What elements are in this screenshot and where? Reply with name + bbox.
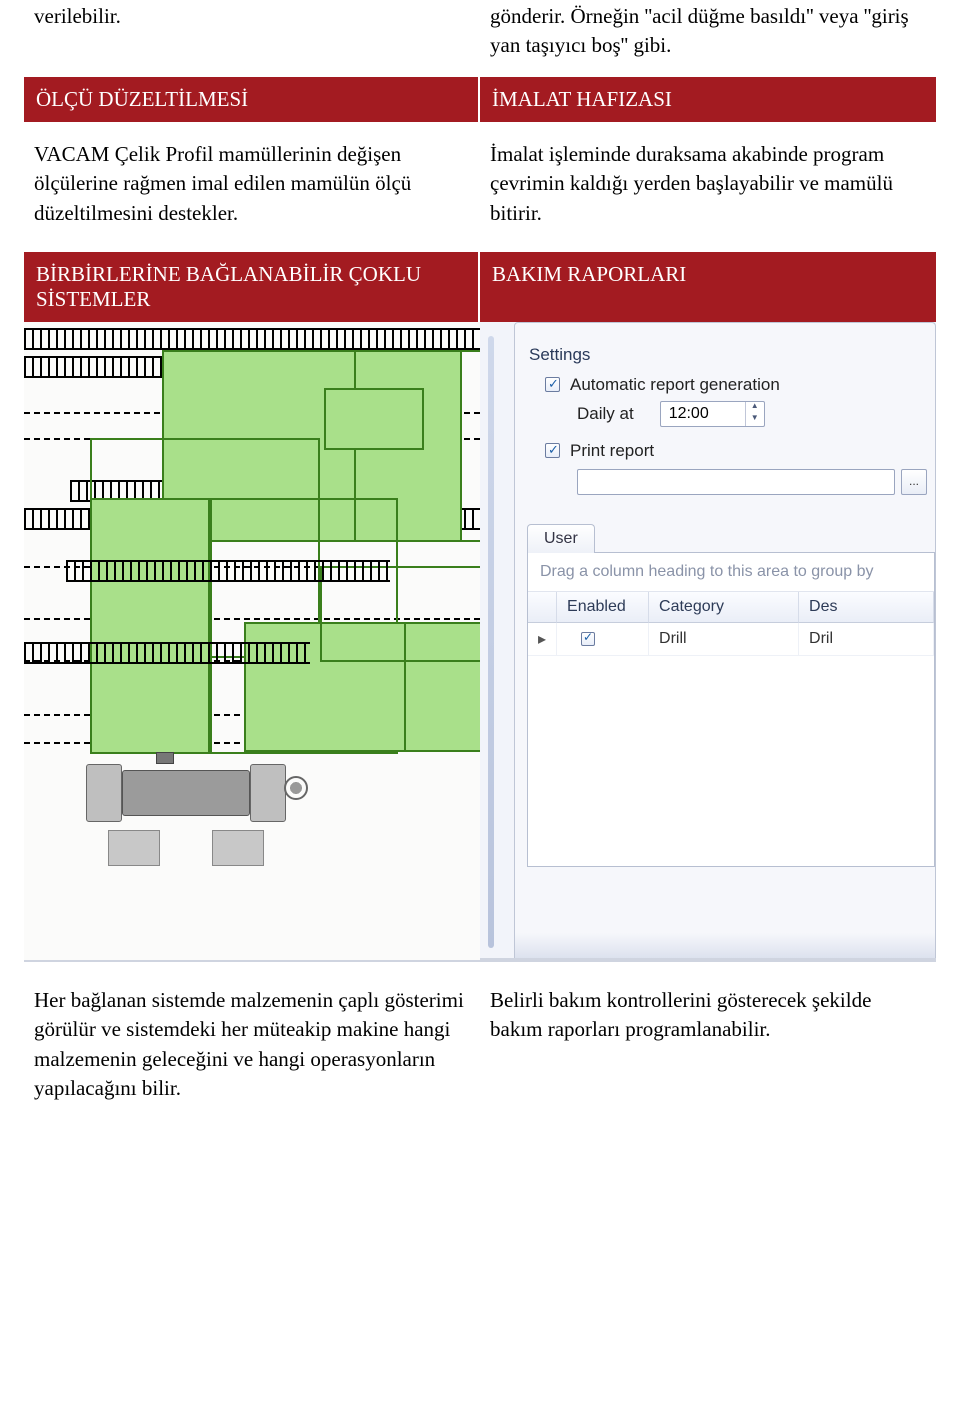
grid-row[interactable]: ▸ ✓ Drill Dril <box>528 623 934 656</box>
grid-rowselector-header <box>528 592 557 623</box>
intro-right: gönderir. Örneğin ''acil düğme basıldı''… <box>480 0 936 71</box>
settings-group-label: Settings <box>529 345 925 365</box>
auto-report-label: Automatic report generation <box>570 375 780 395</box>
section1-left-body: VACAM Çelik Profil mamüllerinin değişen … <box>24 140 480 242</box>
grid-header-category[interactable]: Category <box>649 592 799 623</box>
grid-row-indicator: ▸ <box>528 623 557 656</box>
daily-at-label: Daily at <box>577 404 634 424</box>
panel-left-divider <box>488 336 494 948</box>
time-spin-down[interactable]: ▼ <box>746 414 764 426</box>
row-category: Drill <box>649 623 799 656</box>
section2-right-title: BAKIM RAPORLARI <box>480 252 936 322</box>
grid-header-des[interactable]: Des <box>799 592 934 623</box>
auto-report-checkbox[interactable]: ✓ <box>545 377 560 392</box>
row-enabled-checkbox[interactable]: ✓ <box>581 632 595 646</box>
tab-user[interactable]: User <box>527 524 595 553</box>
row-des: Dril <box>799 623 934 656</box>
browse-button[interactable]: ... <box>901 469 927 495</box>
bottom-left-text: Her bağlanan sistemde malzemenin çaplı g… <box>24 986 480 1104</box>
print-report-label: Print report <box>570 441 654 461</box>
grid-group-hint[interactable]: Drag a column heading to this area to gr… <box>528 553 934 592</box>
section1-right-title: İMALAT HAFIZASI <box>480 77 936 122</box>
report-path-input[interactable] <box>577 469 895 495</box>
daily-at-input-wrap: ▲ ▼ <box>660 401 765 427</box>
section1-right-body: İmalat işleminde duraksama akabinde prog… <box>480 140 936 242</box>
section2-left-title: BİRBİRLERİNE BAĞLANABİLİR ÇOKLU SİSTEMLE… <box>24 252 480 322</box>
daily-at-input[interactable] <box>661 403 745 425</box>
schematic-diagram <box>24 322 480 962</box>
bottom-right-text: Belirli bakım kontrollerini gösterecek ş… <box>480 986 936 1104</box>
grid-header-enabled[interactable]: Enabled <box>557 592 649 623</box>
intro-left: verilebilir. <box>24 0 480 71</box>
print-report-checkbox[interactable]: ✓ <box>545 443 560 458</box>
maintenance-grid: Drag a column heading to this area to gr… <box>527 553 935 867</box>
settings-panel: Settings ✓ Automatic report generation D… <box>514 322 936 962</box>
machine-icon <box>86 758 286 828</box>
section1-left-title: ÖLÇÜ DÜZELTİLMESİ <box>24 77 480 122</box>
